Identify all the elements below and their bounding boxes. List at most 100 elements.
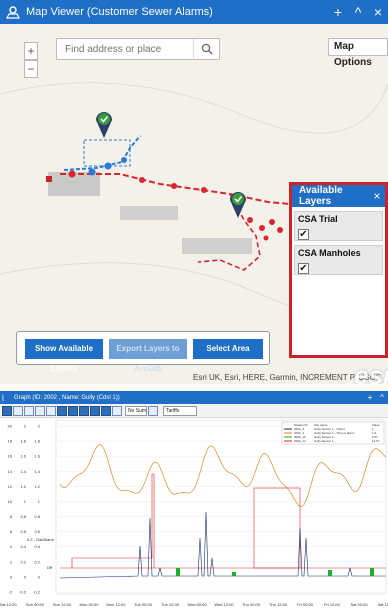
map-window-title: Map Viewer (Customer Sewer Alarms) — [26, 6, 213, 18]
building-shape — [120, 206, 178, 220]
zoom-out-button[interactable]: − — [24, 60, 38, 78]
sewer-line — [197, 193, 261, 271]
y-tick-label: 0.2 — [34, 559, 40, 564]
manhole-marker — [259, 225, 265, 231]
y-tick-label: 12 — [8, 484, 13, 489]
y-tick-label: 20 — [8, 424, 13, 429]
alarm-pin-icon — [96, 112, 112, 138]
axis-note: 0.2 - Oat/Alarm — [27, 537, 55, 542]
y-tick-label: 18 — [8, 439, 13, 444]
layers-panel-title: Available Layers — [299, 185, 343, 207]
x-tick-label: Wed 00:00 — [187, 602, 207, 607]
fit-icon[interactable] — [68, 405, 78, 416]
map-titlebar: Map Viewer (Customer Sewer Alarms) + ^ × — [0, 0, 388, 24]
zoom-out-icon[interactable] — [57, 405, 67, 416]
x-tick-label: Tue 00:00 — [134, 602, 153, 607]
y-tick-label: 0.6 — [20, 529, 26, 534]
y-tick-label: 10 — [8, 499, 13, 504]
alarm-pin-icon — [230, 192, 246, 218]
esri-logo: esri — [354, 360, 388, 384]
legend-id: 2002_14 — [294, 439, 306, 443]
y-tick-label: 1.4 — [20, 469, 26, 474]
collapse-button[interactable]: ^ — [348, 0, 368, 24]
y-tick-label: 1.8 — [20, 439, 26, 444]
legend-name: Gully Sensor 1 - — [314, 439, 336, 443]
close-button[interactable]: × — [368, 0, 388, 24]
manhole-marker — [247, 217, 253, 223]
expand-button[interactable]: + — [328, 0, 348, 24]
graph-window: ⌊ Graph (ID: 2002 , Name: Gully (Cdsl 1)… — [0, 391, 388, 611]
graph-titlebar: ⌊ Graph (ID: 2002 , Name: Gully (Cdsl 1)… — [0, 391, 388, 404]
y-tick-label: 2 — [10, 559, 13, 564]
y-tick-label: 1 — [38, 499, 41, 504]
axis-note: Off — [47, 565, 53, 570]
graph-toolbar: No Summary Tariffs — [0, 404, 388, 418]
collapse-button[interactable]: ^ — [376, 393, 388, 402]
list-icon[interactable] — [35, 405, 45, 416]
manhole-marker — [68, 170, 76, 178]
close-icon[interactable]: × — [369, 189, 385, 203]
y-tick-label: 1.6 — [34, 454, 40, 459]
bell-icon[interactable] — [101, 405, 111, 416]
manhole-marker — [104, 162, 112, 170]
y-tick-label: 0.2 — [20, 559, 26, 564]
layer-checkbox[interactable]: ✔ — [298, 263, 309, 274]
x-tick-label: Fri 12:00 — [324, 602, 341, 607]
layer-item-csa-manholes: CSA Manholes ✔ — [294, 245, 383, 275]
x-tick-label: Mon 00:00 — [80, 602, 100, 607]
graph-plot[interactable]: 20 2 218 1.8 1.816 1.6 1.614 1.4 1.412 1.2 1.210 1 1… — [0, 418, 388, 611]
y-tick-label: 6 — [10, 529, 13, 534]
settings-icon[interactable] — [90, 405, 100, 416]
manhole-marker — [121, 157, 127, 163]
chart-icon[interactable] — [24, 405, 34, 416]
y-tick-label: 1 — [24, 499, 27, 504]
x-tick-label: Sat 12:00 — [0, 602, 17, 607]
manhole-marker — [263, 235, 269, 241]
summary-select[interactable]: No Summary — [125, 405, 147, 416]
map-attribution: Esri UK, Esri, HERE, Garmin, INCREMENT P… — [193, 373, 382, 382]
y-tick-label: 0.6 — [34, 529, 40, 534]
expand-button[interactable]: + — [364, 393, 376, 402]
y-tick-label: -0.2 — [19, 590, 27, 595]
show-available-layers-button[interactable]: Show Available Layers — [25, 339, 103, 373]
zoom-in-button[interactable]: + — [24, 42, 38, 60]
grid-icon[interactable] — [46, 405, 56, 416]
y-tick-label: 0.8 — [20, 514, 26, 519]
x-tick-label: Mon 12:00 — [107, 602, 127, 607]
y-tick-label: 1.4 — [34, 469, 40, 474]
search-icon[interactable] — [193, 39, 219, 59]
pan-icon[interactable] — [79, 405, 89, 416]
y-tick-label: 0 — [24, 574, 27, 579]
swap-icon[interactable] — [112, 405, 122, 416]
table-icon[interactable] — [13, 405, 23, 416]
search-box — [56, 38, 220, 60]
y-tick-label: 1.2 — [34, 484, 40, 489]
map-options-button[interactable]: Map Options — [328, 38, 388, 68]
export-layers-button[interactable]: Export Layers to ArcGIS — [109, 339, 187, 373]
search-input[interactable] — [57, 39, 193, 59]
layer-checkbox[interactable]: ✔ — [298, 229, 309, 240]
x-tick-label: Fri 00:00 — [297, 602, 314, 607]
refresh-icon[interactable] — [2, 405, 12, 416]
x-tick-label: Thu 00:00 — [242, 602, 261, 607]
y-tick-label: 1.8 — [34, 439, 40, 444]
y-tick-label: 4 — [10, 544, 13, 549]
graph-window-title: Graph (ID: 2002 , Name: Gully (Cdsl 1)) — [14, 394, 120, 401]
tariffs-select[interactable]: Tariffs — [163, 405, 197, 416]
legend-value: 14.67 — [372, 439, 380, 443]
x-tick-label: Sun 00:00 — [26, 602, 45, 607]
series-green-bar — [370, 568, 374, 576]
layer-name: CSA Manholes — [298, 248, 361, 258]
x-tick-label: Sat 12:00 — [377, 602, 388, 607]
map-canvas[interactable]: + − Map Options Available Layers × CSA T… — [0, 24, 388, 384]
select-area-button[interactable]: Select Area — [193, 339, 263, 359]
available-layers-panel: Available Layers × CSA Trial ✔ CSA Manho… — [289, 182, 388, 358]
manhole-marker — [269, 219, 275, 225]
x-tick-label: Thu 12:00 — [269, 602, 288, 607]
building-shape — [182, 238, 252, 254]
y-tick-label: 2 — [24, 424, 27, 429]
series-green-bar — [232, 572, 236, 576]
y-tick-label: 8 — [10, 514, 13, 519]
dropdown-icon[interactable] — [148, 405, 158, 416]
map-action-bar: Show Available Layers Export Layers to A… — [16, 331, 270, 373]
